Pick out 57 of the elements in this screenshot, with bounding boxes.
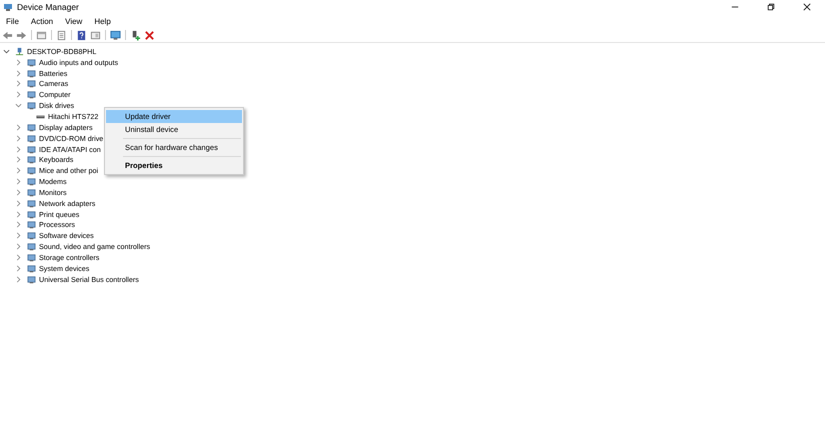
remove-icon[interactable] (144, 30, 155, 40)
menu-item[interactable]: File (6, 17, 19, 26)
device-icon (27, 90, 36, 100)
chevron-icon[interactable] (15, 124, 22, 131)
chevron-icon[interactable] (15, 254, 22, 261)
device-icon (27, 155, 36, 164)
device-icon (27, 58, 36, 67)
device-manager-icon (3, 2, 13, 12)
add-driver-icon[interactable] (130, 30, 141, 40)
device-icon (27, 177, 36, 186)
chevron-icon[interactable] (15, 167, 22, 174)
menu-item[interactable]: View (65, 17, 82, 26)
device-icon (27, 122, 36, 132)
device-icon (27, 68, 36, 78)
device-icon (27, 198, 36, 208)
forward-icon[interactable] (16, 30, 27, 40)
chevron-icon[interactable] (15, 58, 22, 66)
device-icon (27, 210, 36, 219)
device-icon (27, 252, 36, 262)
computer-icon (15, 46, 24, 56)
menu-item[interactable]: Help (94, 17, 111, 26)
chevron-icon[interactable] (15, 232, 22, 240)
device-icon (27, 264, 36, 273)
device-icon (27, 231, 36, 240)
device-icon (27, 101, 36, 110)
chevron-icon[interactable] (15, 188, 22, 196)
chevron-icon[interactable] (15, 70, 22, 77)
panel-icon[interactable] (90, 30, 101, 40)
document-icon[interactable] (56, 30, 67, 40)
chevron-icon[interactable] (15, 210, 22, 218)
device-icon (27, 220, 36, 230)
device-icon (27, 166, 36, 176)
help-icon[interactable] (76, 30, 87, 40)
collapse-chevron-icon[interactable] (3, 48, 10, 55)
device-icon (27, 188, 36, 197)
chevron-icon[interactable] (15, 200, 22, 207)
chevron-icon[interactable] (15, 91, 22, 98)
device-icon (27, 134, 36, 143)
chevron-icon[interactable] (15, 276, 22, 283)
window-title: Device Manager (17, 2, 79, 12)
chevron-icon[interactable] (15, 102, 22, 110)
back-icon[interactable] (2, 30, 13, 40)
device-icon (27, 79, 36, 88)
chevron-icon[interactable] (15, 156, 22, 164)
chevron-icon[interactable] (15, 134, 22, 142)
chevron-icon[interactable] (15, 80, 22, 88)
monitor-icon[interactable] (110, 30, 121, 40)
chevron-icon[interactable] (15, 146, 22, 153)
menu-item[interactable]: Action (30, 17, 54, 26)
device-icon (27, 242, 36, 252)
window-icon[interactable] (36, 30, 47, 40)
chevron-icon[interactable] (15, 243, 22, 250)
chevron-icon[interactable] (15, 221, 22, 228)
device-icon (27, 274, 36, 284)
chevron-icon[interactable] (15, 264, 22, 272)
chevron-icon[interactable] (15, 178, 22, 186)
device-icon (27, 144, 36, 154)
